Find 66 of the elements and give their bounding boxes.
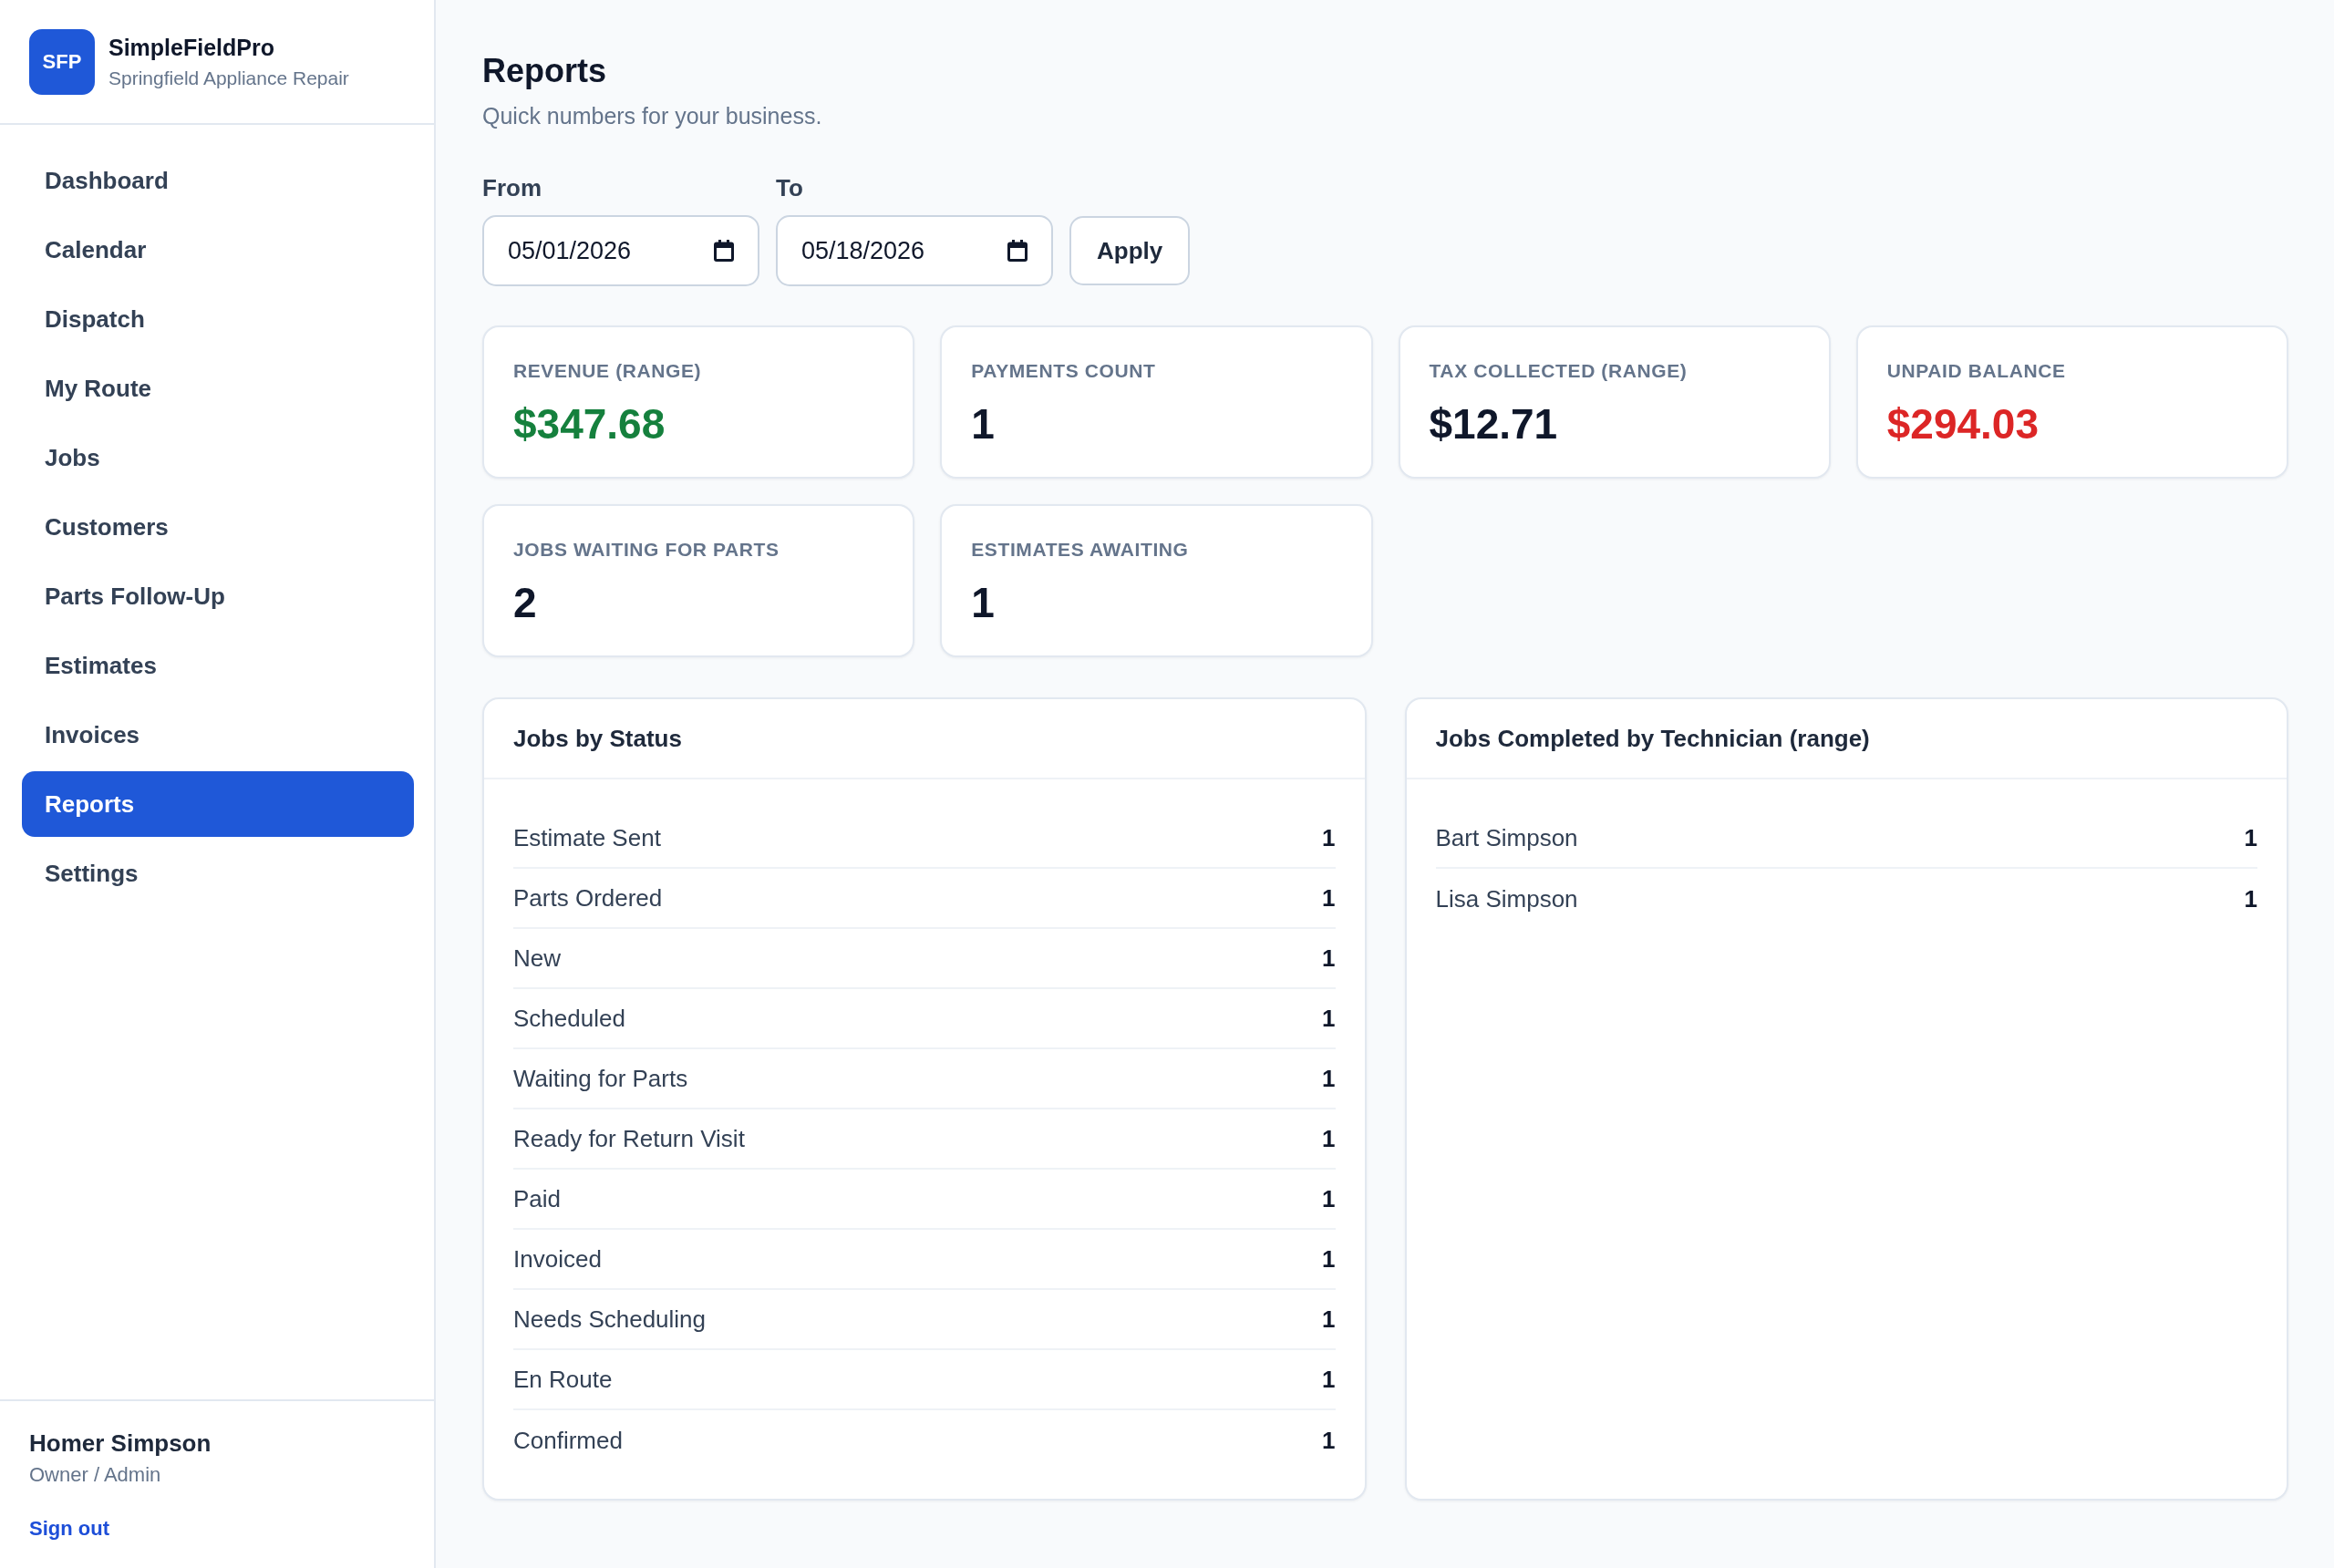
nav-item[interactable]: Parts Follow-Up [22,563,414,629]
row-label: Invoiced [513,1244,602,1274]
nav-item[interactable]: Estimates [22,633,414,698]
sign-out-link[interactable]: Sign out [29,1516,109,1542]
row-label: En Route [513,1365,613,1394]
nav-item[interactable]: Calendar [22,217,414,283]
stat-label: REVENUE (RANGE) [513,359,702,383]
company-name: Springfield Appliance Repair [108,66,349,90]
row-label: New [513,944,561,973]
row-label: Needs Scheduling [513,1305,707,1334]
nav-item[interactable]: Customers [22,494,414,560]
row-count: 1 [1322,823,1336,852]
calendar-icon[interactable] [1007,240,1028,262]
stat-label: ESTIMATES AWAITING [971,538,1189,562]
field-label: To [776,173,803,202]
nav-item[interactable]: Dispatch [22,286,414,352]
row-label: Parts Ordered [513,883,663,913]
stat-value: 1 [971,399,995,449]
row-count: 1 [1322,944,1336,973]
date-field[interactable]: 05/18/2026 [776,215,1053,286]
nav-item[interactable]: Settings [22,841,414,906]
row-label: Confirmed [513,1426,623,1455]
stat-label: JOBS WAITING FOR PARTS [513,538,780,562]
stat-label: PAYMENTS COUNT [971,359,1156,383]
row-count: 1 [2244,823,2257,852]
nav-item[interactable]: Jobs [22,425,414,490]
stat-label: UNPAID BALANCE [1886,359,2066,383]
nav-item[interactable]: My Route [22,356,414,421]
user-name: Homer Simpson [29,1429,212,1458]
row-count: 1 [1322,1184,1336,1213]
stat-value: $12.71 [1429,399,1558,449]
row-count: 1 [1322,1305,1336,1334]
stat-label: TAX COLLECTED (RANGE) [1429,359,1688,383]
calendar-icon[interactable] [714,240,734,262]
stat-value: 2 [513,578,537,628]
row-count: 1 [1322,1004,1336,1033]
row-count: 1 [1322,1244,1336,1274]
nav-item[interactable]: Dashboard [22,148,414,213]
row-label: Estimate Sent [513,823,661,852]
nav-item[interactable]: Invoices [22,702,414,768]
user-role: Owner / Admin [29,1462,161,1488]
stat-value: $347.68 [513,399,666,449]
row-label: Waiting for Parts [513,1064,688,1093]
row-count: 1 [1322,1365,1336,1394]
row-label: Lisa Simpson [1435,884,1578,913]
row-label: Scheduled [513,1004,625,1033]
panel-title: Jobs Completed by Technician (range) [1435,724,1870,753]
row-count: 1 [1322,1124,1336,1153]
stat-value: $294.03 [1886,399,2040,449]
app-name: SimpleFieldPro [108,33,275,61]
row-label: Bart Simpson [1435,823,1578,852]
page-title: Reports [482,51,607,91]
date-field[interactable]: 05/01/2026 [482,215,759,286]
app-logo: SFP [29,28,95,95]
stat-value: 1 [971,578,995,628]
apply-button[interactable]: Apply [1069,216,1191,285]
page-subtitle: Quick numbers for your business. [482,102,822,130]
panel-title: Jobs by Status [513,724,682,753]
row-count: 1 [2244,884,2257,913]
nav-item[interactable]: Reports [22,771,414,837]
row-count: 1 [1322,1426,1336,1455]
row-label: Paid [513,1184,562,1213]
row-count: 1 [1322,1064,1336,1093]
row-count: 1 [1322,883,1336,913]
field-label: From [482,173,542,202]
row-label: Ready for Return Visit [513,1124,745,1153]
